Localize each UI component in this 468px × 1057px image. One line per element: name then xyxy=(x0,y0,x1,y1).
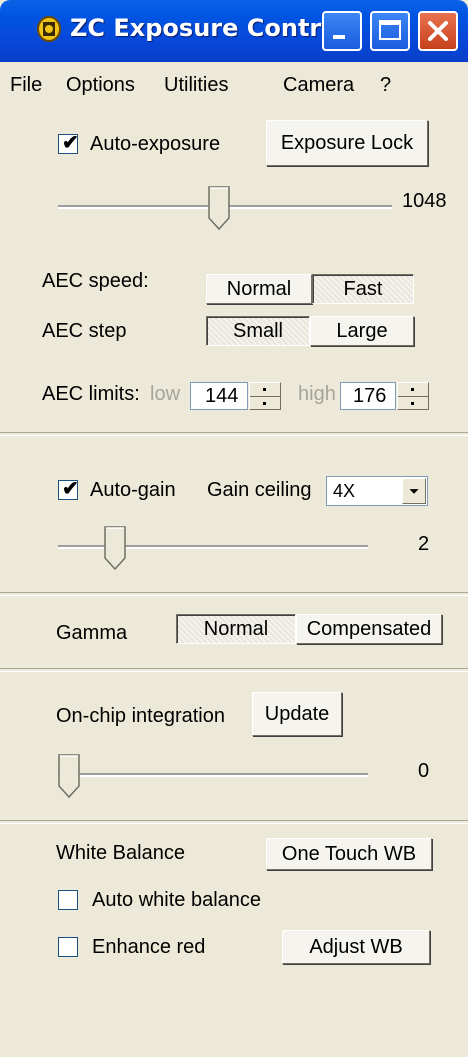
one-touch-wb-button[interactable]: One Touch WB xyxy=(266,838,432,870)
integration-label: On-chip integration xyxy=(56,705,225,727)
enhance-red-checkbox[interactable] xyxy=(58,937,78,957)
exposure-control-window: ZC Exposure Control File Options Utiliti… xyxy=(0,0,468,1057)
white-balance-label: White Balance xyxy=(56,842,185,864)
spin-down-arrow[interactable] xyxy=(398,396,428,410)
auto-gain-checkbox[interactable]: ✔ xyxy=(58,478,79,500)
maximize-button[interactable] xyxy=(370,11,410,51)
gain-ceiling-select[interactable]: 4X xyxy=(326,476,428,506)
window-title: ZC Exposure Control xyxy=(70,14,346,42)
section-divider xyxy=(0,592,468,596)
integration-slider-track[interactable] xyxy=(58,773,368,777)
spin-down-arrow[interactable] xyxy=(250,396,280,410)
exposure-value: 1048 xyxy=(402,190,447,212)
auto-white-balance-label: Auto white balance xyxy=(92,889,262,911)
menu-camera[interactable]: Camera xyxy=(283,74,354,97)
spin-up-arrow[interactable] xyxy=(250,383,280,396)
aec-high-input[interactable]: 176 xyxy=(340,382,396,410)
enhance-red-label: Enhance red xyxy=(92,936,206,958)
dropdown-button[interactable] xyxy=(402,478,426,504)
integration-value: 0 xyxy=(418,760,430,782)
auto-exposure-label: Auto-exposure xyxy=(90,133,221,155)
aec-speed-fast-button[interactable]: Fast xyxy=(312,274,414,304)
aec-low-label: low xyxy=(150,383,181,405)
aec-low-input[interactable]: 144 xyxy=(190,382,248,410)
checkmark-icon: ✔ xyxy=(62,478,79,500)
auto-gain-label: Auto-gain xyxy=(90,479,176,501)
gamma-compensated-button[interactable]: Compensated xyxy=(296,614,442,644)
aec-high-spinner[interactable] xyxy=(397,382,429,410)
section-divider xyxy=(0,432,468,436)
section-divider xyxy=(0,668,468,672)
menu-bar: File Options Utilities Camera ? xyxy=(0,62,468,108)
maximize-icon xyxy=(379,20,401,40)
auto-exposure-checkbox[interactable]: ✔ xyxy=(58,132,79,154)
menu-utilities[interactable]: Utilities xyxy=(164,74,228,97)
menu-options[interactable]: Options xyxy=(66,74,135,97)
exposure-lock-button[interactable]: Exposure Lock xyxy=(266,120,428,166)
spin-up-arrow[interactable] xyxy=(398,383,428,396)
gain-value: 2 xyxy=(418,533,430,555)
gain-slider-thumb[interactable] xyxy=(104,526,126,570)
checkmark-icon: ✔ xyxy=(62,132,79,154)
menu-file[interactable]: File xyxy=(10,74,42,97)
adjust-wb-button[interactable]: Adjust WB xyxy=(282,930,430,964)
minimize-icon xyxy=(333,35,345,39)
close-button[interactable] xyxy=(418,11,458,51)
aec-limits-label: AEC limits: xyxy=(42,383,140,405)
aec-high-label: high xyxy=(298,383,336,405)
exposure-slider-thumb[interactable] xyxy=(208,186,230,230)
gain-ceiling-label: Gain ceiling xyxy=(207,479,312,501)
aec-speed-label: AEC speed: xyxy=(42,270,149,292)
close-icon xyxy=(428,21,448,41)
menu-help[interactable]: ? xyxy=(380,74,391,97)
gain-ceiling-value: 4X xyxy=(333,481,356,501)
aec-step-label: AEC step xyxy=(42,320,127,342)
aec-low-spinner[interactable] xyxy=(249,382,281,410)
aec-step-large-button[interactable]: Large xyxy=(310,316,414,346)
auto-white-balance-checkbox[interactable] xyxy=(58,890,78,910)
minimize-button[interactable] xyxy=(322,11,362,51)
camera-app-icon xyxy=(37,16,61,42)
integration-slider-thumb[interactable] xyxy=(58,754,80,798)
gamma-label: Gamma xyxy=(56,622,128,644)
gamma-normal-button[interactable]: Normal xyxy=(176,614,296,644)
section-divider xyxy=(0,820,468,824)
title-bar[interactable]: ZC Exposure Control xyxy=(0,0,468,62)
integration-update-button[interactable]: Update xyxy=(252,692,342,736)
chevron-down-icon xyxy=(409,489,419,494)
aec-speed-normal-button[interactable]: Normal xyxy=(206,274,312,304)
aec-step-small-button[interactable]: Small xyxy=(206,316,310,346)
